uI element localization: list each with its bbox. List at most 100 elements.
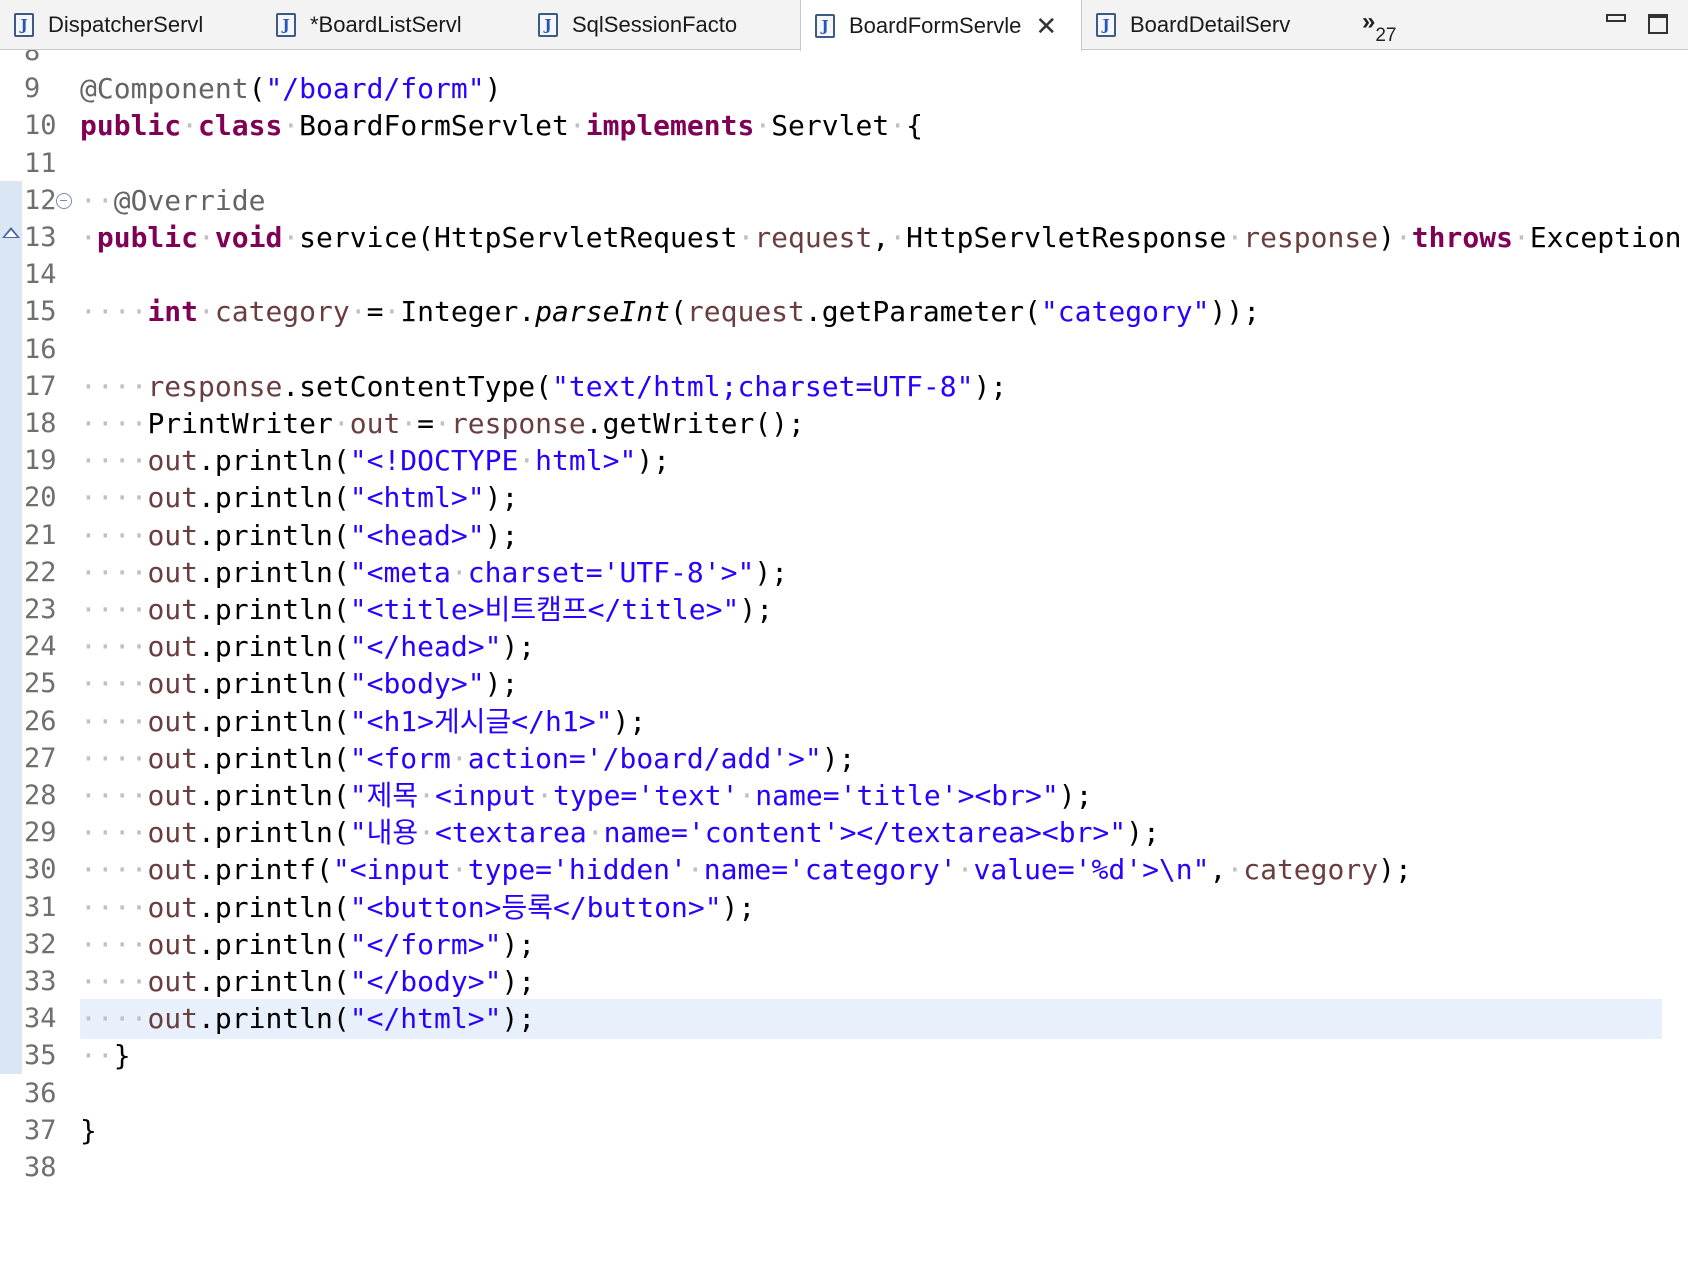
line-number: 37 [24, 1114, 57, 1146]
code-line[interactable]: 35 ··} [0, 1036, 1688, 1076]
code-token: category [1243, 853, 1379, 887]
code-token: .println( [198, 630, 350, 664]
code-line[interactable]: 20 ····out.println("<html>"); [0, 478, 1688, 518]
code-line[interactable]: 10 public·class·BoardFormServlet·implemen… [0, 106, 1688, 146]
fold-collapse-icon[interactable] [56, 192, 72, 209]
code-line[interactable]: 17 ····response.setContentType("text/html… [0, 367, 1688, 407]
code-token: } [80, 1113, 97, 1147]
code-token: · [400, 407, 418, 440]
code-token: ); [501, 1002, 536, 1036]
code-token: · [450, 853, 468, 887]
code-token: out [147, 965, 199, 998]
code-line[interactable]: 38 [0, 1148, 1688, 1188]
code-token: "<head>" [349, 518, 485, 552]
java-file-icon: J [14, 13, 34, 37]
code-line[interactable]: 12 ··@Override [0, 181, 1688, 221]
code-line[interactable]: 13 ·public·void·service(HttpServletReques… [0, 218, 1688, 258]
code-token: ·· [80, 183, 114, 217]
code-text: ····int·category·=·Integer.parseInt(requ… [80, 292, 1260, 332]
code-editor[interactable]: 8 9 @Component("/board/form") 10 public·clas… [0, 50, 1688, 1278]
code-line[interactable]: 14 [0, 255, 1688, 295]
code-line[interactable]: 36 [0, 1074, 1688, 1114]
code-text: ····out.println("</head>"); [80, 627, 535, 667]
code-text: ····out.println("<title>비트캠프</title>"); [80, 590, 773, 630]
code-line[interactable]: 34 ····out.println("</html>"); [0, 999, 1688, 1040]
override-marker-icon[interactable] [2, 227, 20, 238]
code-token: · [737, 221, 755, 254]
code-token: = [366, 295, 384, 329]
code-token: public [96, 221, 199, 254]
line-number: 32 [24, 928, 57, 960]
code-token: BoardFormServlet [299, 109, 569, 143]
code-token: = [417, 407, 435, 440]
line-number: 28 [24, 780, 57, 811]
code-line[interactable]: 9 @Component("/board/form") [0, 69, 1688, 109]
line-number: 31 [24, 891, 57, 923]
line-number: 16 [24, 333, 57, 365]
code-line[interactable]: 22 ····out.println("<meta·charset='UTF-8'… [0, 553, 1688, 593]
code-line[interactable]: 19 ····out.println("<!DOCTYPE·html>"); [0, 441, 1688, 481]
code-line[interactable]: 23 ····out.println("<title>비트캠프</title>")… [0, 590, 1688, 630]
code-token: response [1243, 221, 1379, 254]
code-line[interactable]: 26 ····out.println("<h1>게시글</h1>"); [0, 702, 1688, 742]
code-line[interactable]: 29 ····out.println("내용·<textarea·name='co… [0, 813, 1688, 853]
code-line[interactable]: 11 [0, 144, 1688, 184]
code-token: · [686, 853, 704, 887]
code-token: "<meta [349, 555, 451, 589]
code-line[interactable]: 30 ····out.printf("<input·type='hidden'·n… [0, 850, 1688, 890]
line-number: 13 [24, 222, 57, 253]
code-line[interactable]: 32 ····out.println("</form>"); [0, 925, 1688, 965]
tab-dispatcherservlet[interactable]: J DispatcherServl [0, 0, 260, 50]
code-token: ); [484, 518, 519, 552]
code-line[interactable]: 18 ····PrintWriter·out·=·response.getWrit… [0, 404, 1688, 444]
code-token: out [147, 704, 199, 738]
line-number: 25 [24, 668, 57, 700]
tab-boardformservlet[interactable]: J BoardFormServle ✕ [800, 0, 1082, 51]
code-token: out [147, 741, 199, 775]
code-token: service(HttpServletRequest [299, 221, 738, 254]
close-icon[interactable]: ✕ [1035, 13, 1057, 39]
code-line[interactable]: 37} [0, 1111, 1688, 1151]
minimize-icon[interactable] [1606, 14, 1626, 22]
tab-overflow-button[interactable]: »27 [1362, 8, 1397, 46]
code-token: ···· [80, 704, 148, 738]
code-token: public [80, 109, 182, 143]
code-line[interactable]: 21 ····out.println("<head>"); [0, 516, 1688, 556]
code-token: "category" [1040, 295, 1210, 329]
java-file-icon: J [1096, 13, 1116, 37]
code-token: "</html>" [349, 1002, 502, 1036]
tab-boardlistservlet[interactable]: J *BoardListServl [262, 0, 522, 50]
code-token: <input [434, 779, 537, 812]
code-line[interactable]: 16 [0, 330, 1688, 370]
tab-label: BoardFormServle [849, 12, 1022, 38]
tab-sqlsessionfactory[interactable]: J SqlSessionFacto [524, 0, 800, 50]
line-number: 23 [24, 594, 57, 625]
code-token: ···· [80, 593, 148, 626]
code-token: out [147, 853, 199, 887]
code-line[interactable]: 33 ····out.println("</body>"); [0, 962, 1688, 1002]
code-line[interactable]: 25 ····out.println("<body>"); [0, 664, 1688, 704]
code-line[interactable]: 27 ····out.println("<form·action='/board/… [0, 739, 1688, 779]
code-token: · [198, 221, 215, 254]
code-line[interactable]: 31 ····out.println("<button>등록</button>")… [0, 888, 1688, 928]
code-text: ····out.println("<form·action='/board/ad… [80, 739, 855, 779]
code-line[interactable]: 15 ····int·category·=·Integer.parseInt(re… [0, 292, 1688, 332]
code-token: "<body>" [349, 667, 485, 701]
code-token: category [214, 295, 350, 329]
code-token: out [147, 779, 199, 812]
code-token: ···· [80, 779, 148, 812]
code-token: ···· [80, 667, 148, 701]
code-line[interactable]: 24 ····out.println("</head>"); [0, 627, 1688, 667]
code-token: Servlet [771, 109, 890, 143]
code-token: out [147, 927, 199, 961]
maximize-icon[interactable] [1648, 14, 1668, 34]
code-token: response [147, 369, 283, 403]
code-token: · [450, 741, 468, 775]
tab-label: SqlSessionFacto [572, 12, 738, 37]
line-number: 33 [24, 966, 57, 997]
code-line[interactable]: 28 ····out.println("제목·<input·type='text'… [0, 776, 1688, 816]
code-token: name='content'></textarea><br>" [603, 816, 1127, 850]
line-number: 38 [24, 1152, 57, 1183]
tab-boarddetailservlet[interactable]: J BoardDetailServ [1082, 0, 1352, 50]
code-token: · [1512, 221, 1530, 254]
